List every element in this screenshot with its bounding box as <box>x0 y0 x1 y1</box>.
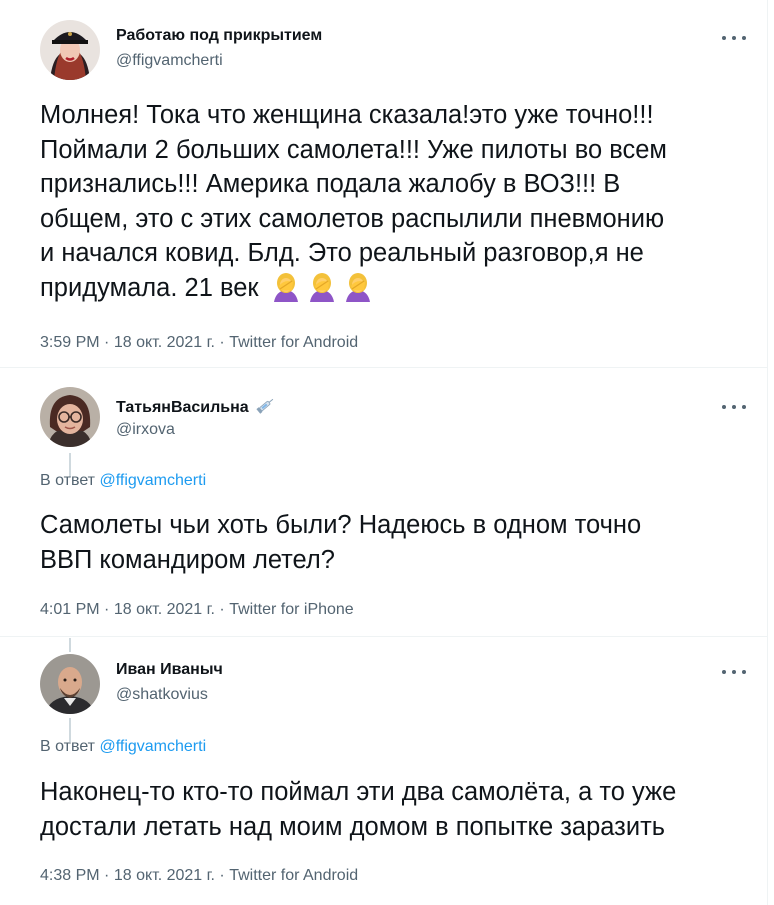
tweet-thread: Работаю под прикрытием @ffigvamcherti Мо… <box>0 0 768 905</box>
meta-dot: · <box>104 867 110 884</box>
reply-context: В ответ @ffigvamcherti <box>40 472 206 490</box>
tweet-text-line: признались!!! Америка подала жалобу в ВО… <box>40 170 621 198</box>
tweet-text-line: Молнея! Тока что женщина сказала!это уже… <box>40 101 654 129</box>
author-handle[interactable]: @shatkovius <box>116 686 208 704</box>
more-options-icon[interactable] <box>722 664 746 680</box>
meta-dot: · <box>219 601 225 618</box>
tweet-text-line-last: придумала. 21 век <box>40 271 756 312</box>
syringe-icon <box>255 396 277 419</box>
reply-tweet[interactable]: Иван Иваныч @shatkovius В ответ @ffigvam… <box>0 638 768 905</box>
facepalm-emoji-icon <box>306 272 338 312</box>
reply-context: В ответ @ffigvamcherti <box>40 738 206 756</box>
tweet-date[interactable]: 18 окт. 2021 г. <box>114 867 215 884</box>
tweet-text-line: ВВП командиром летел? <box>40 545 335 574</box>
reply-tweet[interactable]: ТатьянВасильна @irxova В ответ @ffigvamc… <box>0 369 768 637</box>
tweet-meta: 4:01 PM · 18 окт. 2021 г. · Twitter for … <box>40 601 354 619</box>
tweet-text-line: и начался ковид. Блд. Это реальный разго… <box>40 239 644 267</box>
facepalm-emoji-icon <box>270 272 302 312</box>
tweet-meta: 3:59 PM · 18 окт. 2021 г. · Twitter for … <box>40 334 358 352</box>
reply-prefix: В ответ <box>40 472 96 489</box>
tweet-text-line: Наконец-то кто-то поймал эти два самолёт… <box>40 778 677 806</box>
tweet-text-line: общем, это с этих самолетов распылили пн… <box>40 204 665 233</box>
tweet-time[interactable]: 3:59 PM <box>40 334 100 351</box>
more-options-icon[interactable] <box>722 399 746 415</box>
tweet-meta: 4:38 PM · 18 окт. 2021 г. · Twitter for … <box>40 867 358 885</box>
avatar[interactable] <box>40 654 100 714</box>
meta-dot: · <box>219 334 225 351</box>
tweet-text-line: достали летать над моим домом в попытке … <box>40 812 666 841</box>
tweet-source[interactable]: Twitter for iPhone <box>229 601 354 618</box>
tweet-source[interactable]: Twitter for Android <box>229 334 358 351</box>
tweet-time[interactable]: 4:01 PM <box>40 601 100 618</box>
meta-dot: · <box>104 334 110 351</box>
tweet-text-line: Самолеты чьи хоть были? Надеюсь в одном … <box>40 511 642 539</box>
reply-prefix: В ответ <box>40 738 96 755</box>
author-handle[interactable]: @ffigvamcherti <box>116 52 223 70</box>
reply-to-handle[interactable]: @ffigvamcherti <box>99 738 206 755</box>
reply-to-handle[interactable]: @ffigvamcherti <box>99 472 206 489</box>
tweet-text: Самолеты чьи хоть были? Надеюсь в одном … <box>40 508 756 577</box>
meta-dot: · <box>104 601 110 618</box>
tweet-text: Наконец-то кто-то поймал эти два самолёт… <box>40 775 756 844</box>
tweet-source[interactable]: Twitter for Android <box>229 867 358 884</box>
tweet-text-line: Поймали 2 больших самолета!!! Уже пилоты… <box>40 135 667 164</box>
meta-dot: · <box>219 867 225 884</box>
facepalm-emoji-icon <box>342 272 374 312</box>
author-name[interactable]: Работаю под прикрытием <box>116 27 322 45</box>
avatar-man-bald <box>40 654 100 714</box>
tweet-date[interactable]: 18 окт. 2021 г. <box>114 601 215 618</box>
author-handle[interactable]: @irxova <box>116 421 175 439</box>
author-name[interactable]: Иван Иваныч <box>116 661 223 679</box>
avatar[interactable] <box>40 20 100 80</box>
author-name-row: ТатьянВасильна <box>116 396 277 419</box>
tweet-time[interactable]: 4:38 PM <box>40 867 100 884</box>
more-options-icon[interactable] <box>722 30 746 46</box>
author-name[interactable]: ТатьянВасильна <box>116 399 249 416</box>
thread-connector-line <box>69 638 71 652</box>
tweet-main[interactable]: Работаю под прикрытием @ffigvamcherti Мо… <box>0 0 768 368</box>
avatar-woman-in-cap <box>40 20 100 80</box>
avatar-woman-glasses <box>40 387 100 447</box>
avatar[interactable] <box>40 387 100 447</box>
tweet-text-line: придумала. 21 век <box>40 273 259 302</box>
tweet-date[interactable]: 18 окт. 2021 г. <box>114 334 215 351</box>
tweet-text: Молнея! Тока что женщина сказала!это уже… <box>40 98 756 311</box>
